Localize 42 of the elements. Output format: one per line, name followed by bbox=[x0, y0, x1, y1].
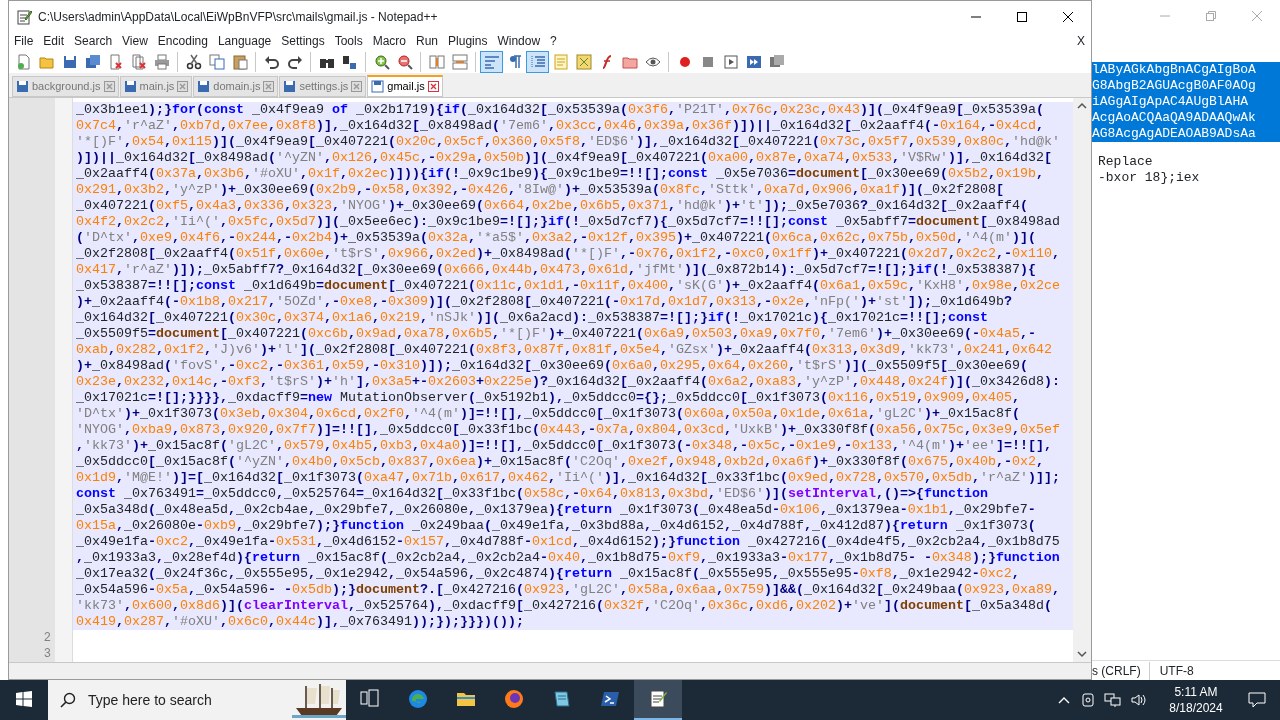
editor-tab[interactable]: main.js bbox=[119, 76, 193, 98]
menu-item[interactable]: Macro bbox=[367, 32, 411, 50]
menu-item[interactable]: Settings bbox=[276, 32, 330, 50]
search-icon bbox=[60, 692, 76, 708]
ship-icon bbox=[292, 682, 346, 718]
editor-tab[interactable]: background.js bbox=[12, 76, 119, 98]
network-icon[interactable] bbox=[1104, 692, 1122, 708]
clock-date[interactable]: 8/18/2024 bbox=[1158, 700, 1234, 716]
line-number: 2 bbox=[42, 630, 51, 647]
menu-item[interactable]: View bbox=[117, 32, 153, 50]
volume-icon[interactable] bbox=[1130, 692, 1148, 708]
editor-tab[interactable]: settings.js bbox=[279, 76, 367, 98]
code-line: Replace bbox=[1097, 154, 1154, 170]
close-icon[interactable] bbox=[427, 81, 439, 93]
menu-item[interactable]: Language bbox=[212, 32, 277, 50]
menu-item[interactable]: Encoding bbox=[152, 32, 213, 50]
menu-item[interactable]: File bbox=[9, 32, 39, 50]
indent-guide-icon[interactable] bbox=[526, 50, 549, 73]
menu-item[interactable]: Edit bbox=[38, 32, 70, 50]
window-title: C:\Users\admin\AppData\Local\EiWpBnVFP\src\mails\gmail.js - Notepad++ bbox=[37, 8, 439, 26]
search-field[interactable]: Type here to search bbox=[48, 680, 346, 720]
menu-item[interactable]: Plugins bbox=[443, 32, 493, 50]
close-document-button[interactable]: X bbox=[1072, 32, 1091, 50]
editor-tab[interactable]: gmail.js bbox=[367, 75, 443, 98]
status-text: s (CRLF) bbox=[1092, 661, 1150, 680]
scrollbar[interactable] bbox=[1073, 98, 1091, 663]
notepad-icon bbox=[16, 8, 32, 25]
clock-time[interactable]: 5:11 AM bbox=[1158, 684, 1234, 700]
status-text: UTF-8 bbox=[1158, 662, 1194, 680]
line-number: 3 bbox=[42, 646, 51, 663]
notepad-icon[interactable] bbox=[634, 680, 682, 720]
editor-tab[interactable]: domain.js bbox=[193, 76, 279, 98]
menu-item[interactable]: Search bbox=[69, 32, 118, 50]
device-icon[interactable] bbox=[1080, 692, 1096, 708]
word-wrap-icon[interactable] bbox=[480, 50, 503, 73]
notification-icon[interactable] bbox=[1248, 692, 1266, 708]
menu-item[interactable]: Run bbox=[411, 32, 444, 50]
menu-item[interactable]: Tools bbox=[329, 32, 368, 50]
chevron-up-icon[interactable] bbox=[1058, 696, 1070, 704]
menu-item[interactable]: Window bbox=[492, 32, 546, 50]
menu-item[interactable]: ? bbox=[545, 32, 562, 50]
code-line: -bxor 18};iex bbox=[1097, 170, 1201, 186]
